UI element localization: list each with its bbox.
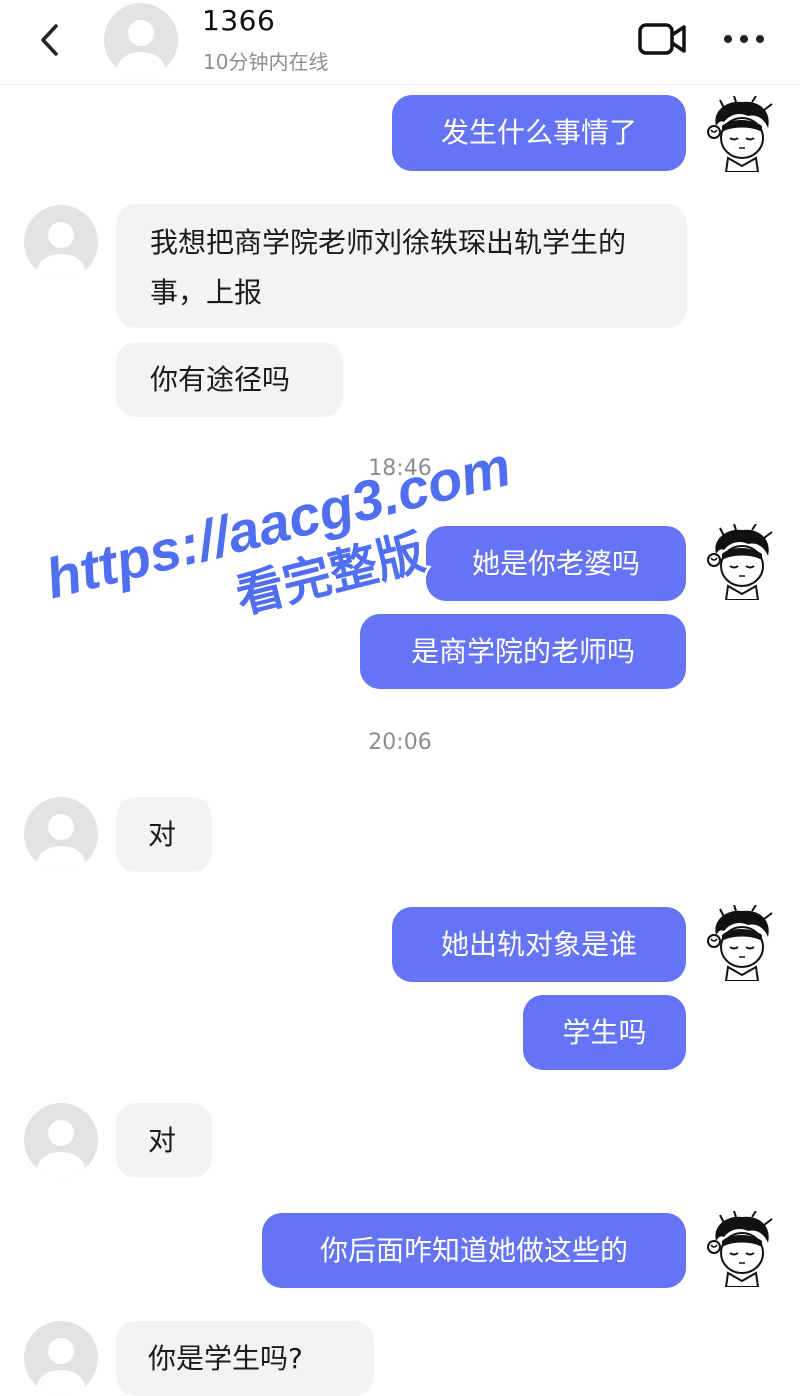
outgoing-message[interactable]: 发生什么事情了 — [392, 95, 686, 171]
my-avatar[interactable] — [702, 905, 778, 981]
online-status: 10分钟内在线 — [203, 50, 329, 74]
back-button[interactable] — [30, 20, 70, 60]
chevron-left-icon — [41, 24, 58, 56]
contact-avatar[interactable] — [104, 3, 178, 77]
chat-header: 1366 10分钟内在线 — [0, 0, 800, 85]
outgoing-message[interactable]: 学生吗 — [523, 995, 686, 1070]
more-options-button[interactable] — [718, 18, 770, 60]
outgoing-message[interactable]: 她出轨对象是谁 — [392, 907, 686, 982]
my-avatar[interactable] — [702, 96, 778, 172]
outgoing-message[interactable]: 是商学院的老师吗 — [360, 614, 686, 689]
watermark-caption: 看完整版 — [230, 524, 430, 625]
outgoing-message[interactable]: 她是你老婆吗 — [426, 526, 686, 601]
contact-avatar[interactable] — [24, 205, 98, 279]
my-avatar[interactable] — [702, 1211, 778, 1287]
incoming-message[interactable]: 你是学生吗? — [116, 1321, 374, 1396]
video-camera-icon — [638, 23, 686, 55]
contact-avatar[interactable] — [24, 1103, 98, 1177]
outgoing-message[interactable]: 你后面咋知道她做这些的 — [262, 1213, 686, 1288]
timestamp: 18:46 — [368, 456, 432, 481]
contact-avatar[interactable] — [24, 797, 98, 871]
incoming-message[interactable]: 你有途径吗 — [116, 342, 343, 417]
incoming-message[interactable]: 我想把商学院老师刘徐轶琛出轨学生的事，上报 — [116, 204, 687, 328]
incoming-message[interactable]: 对 — [116, 797, 212, 872]
timestamp: 20:06 — [368, 730, 432, 755]
incoming-message[interactable]: 对 — [116, 1103, 212, 1178]
video-call-button[interactable] — [636, 18, 690, 60]
my-avatar[interactable] — [702, 524, 778, 600]
more-horizontal-icon — [724, 35, 764, 43]
contact-name: 1366 — [202, 4, 276, 37]
